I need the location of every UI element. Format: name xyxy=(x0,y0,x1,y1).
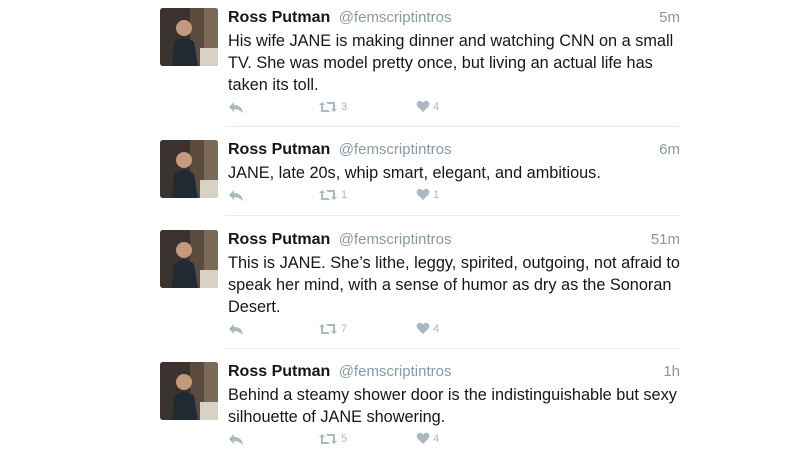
like-button[interactable]: 1 xyxy=(416,188,439,201)
retweet-icon xyxy=(319,190,337,200)
like-count: 4 xyxy=(433,100,440,113)
reply-button[interactable] xyxy=(228,432,244,446)
avatar[interactable] xyxy=(160,8,218,66)
like-button[interactable]: 4 xyxy=(416,432,439,445)
tweet-header: Ross Putman @femscriptintros 51m xyxy=(228,230,680,250)
retweet-icon xyxy=(319,102,337,112)
retweet-button[interactable]: 1 xyxy=(318,188,347,202)
tweet-actions: 5 4 xyxy=(228,432,528,448)
retweet-button[interactable]: 3 xyxy=(318,100,347,114)
tweet-actions: 1 1 xyxy=(228,188,528,204)
like-button[interactable]: 4 xyxy=(416,100,439,113)
reply-button[interactable] xyxy=(228,322,244,336)
tweet-actions: 3 4 xyxy=(228,100,528,116)
tweet-header: Ross Putman @femscriptintros 5m xyxy=(228,8,680,28)
retweet-icon xyxy=(319,434,337,444)
author-name[interactable]: Ross Putman xyxy=(228,363,330,380)
avatar[interactable] xyxy=(160,362,218,420)
author-name[interactable]: Ross Putman xyxy=(228,9,330,26)
tweet-header: Ross Putman @femscriptintros 6m xyxy=(228,140,680,160)
heart-icon xyxy=(416,188,430,200)
avatar[interactable] xyxy=(160,230,218,288)
reply-button[interactable] xyxy=(228,188,244,202)
avatar[interactable] xyxy=(160,140,218,198)
reply-icon xyxy=(229,190,243,201)
divider xyxy=(225,126,680,127)
tweet-header: Ross Putman @femscriptintros 1h xyxy=(228,362,680,382)
tweet-actions: 7 4 xyxy=(228,322,528,338)
divider xyxy=(225,215,680,216)
author-name[interactable]: Ross Putman xyxy=(228,231,330,248)
reply-icon xyxy=(229,102,243,113)
like-count: 4 xyxy=(433,322,440,335)
retweet-count: 3 xyxy=(341,101,348,113)
divider xyxy=(225,348,680,349)
author-name[interactable]: Ross Putman xyxy=(228,141,330,158)
like-count: 4 xyxy=(433,432,440,445)
tweet-text: His wife JANE is making dinner and watch… xyxy=(228,32,674,94)
heart-icon xyxy=(416,100,430,112)
heart-icon xyxy=(416,432,430,444)
retweet-count: 7 xyxy=(341,323,348,335)
retweet-button[interactable]: 5 xyxy=(318,432,347,446)
timestamp[interactable]: 5m xyxy=(659,8,680,28)
author-handle[interactable]: @femscriptintros xyxy=(339,9,452,26)
author-handle[interactable]: @femscriptintros xyxy=(339,231,452,248)
like-count: 1 xyxy=(433,188,440,201)
timestamp[interactable]: 1h xyxy=(663,362,680,382)
timestamp[interactable]: 6m xyxy=(659,140,680,160)
author-handle[interactable]: @femscriptintros xyxy=(339,141,452,158)
author-handle[interactable]: @femscriptintros xyxy=(339,363,452,380)
like-button[interactable]: 4 xyxy=(416,322,439,335)
reply-icon xyxy=(229,434,243,445)
retweet-button[interactable]: 7 xyxy=(318,322,347,336)
retweet-count: 1 xyxy=(341,189,348,201)
timestamp[interactable]: 51m xyxy=(651,230,680,250)
reply-button[interactable] xyxy=(228,100,244,114)
reply-icon xyxy=(229,324,243,335)
tweet-text: JANE, late 20s, whip smart, elegant, and… xyxy=(228,164,601,182)
tweet-text: This is JANE. She’s lithe, leggy, spirit… xyxy=(228,254,680,316)
retweet-icon xyxy=(319,324,337,334)
tweet-text: Behind a steamy shower door is the indis… xyxy=(228,386,677,426)
heart-icon xyxy=(416,322,430,334)
retweet-count: 5 xyxy=(341,433,348,445)
